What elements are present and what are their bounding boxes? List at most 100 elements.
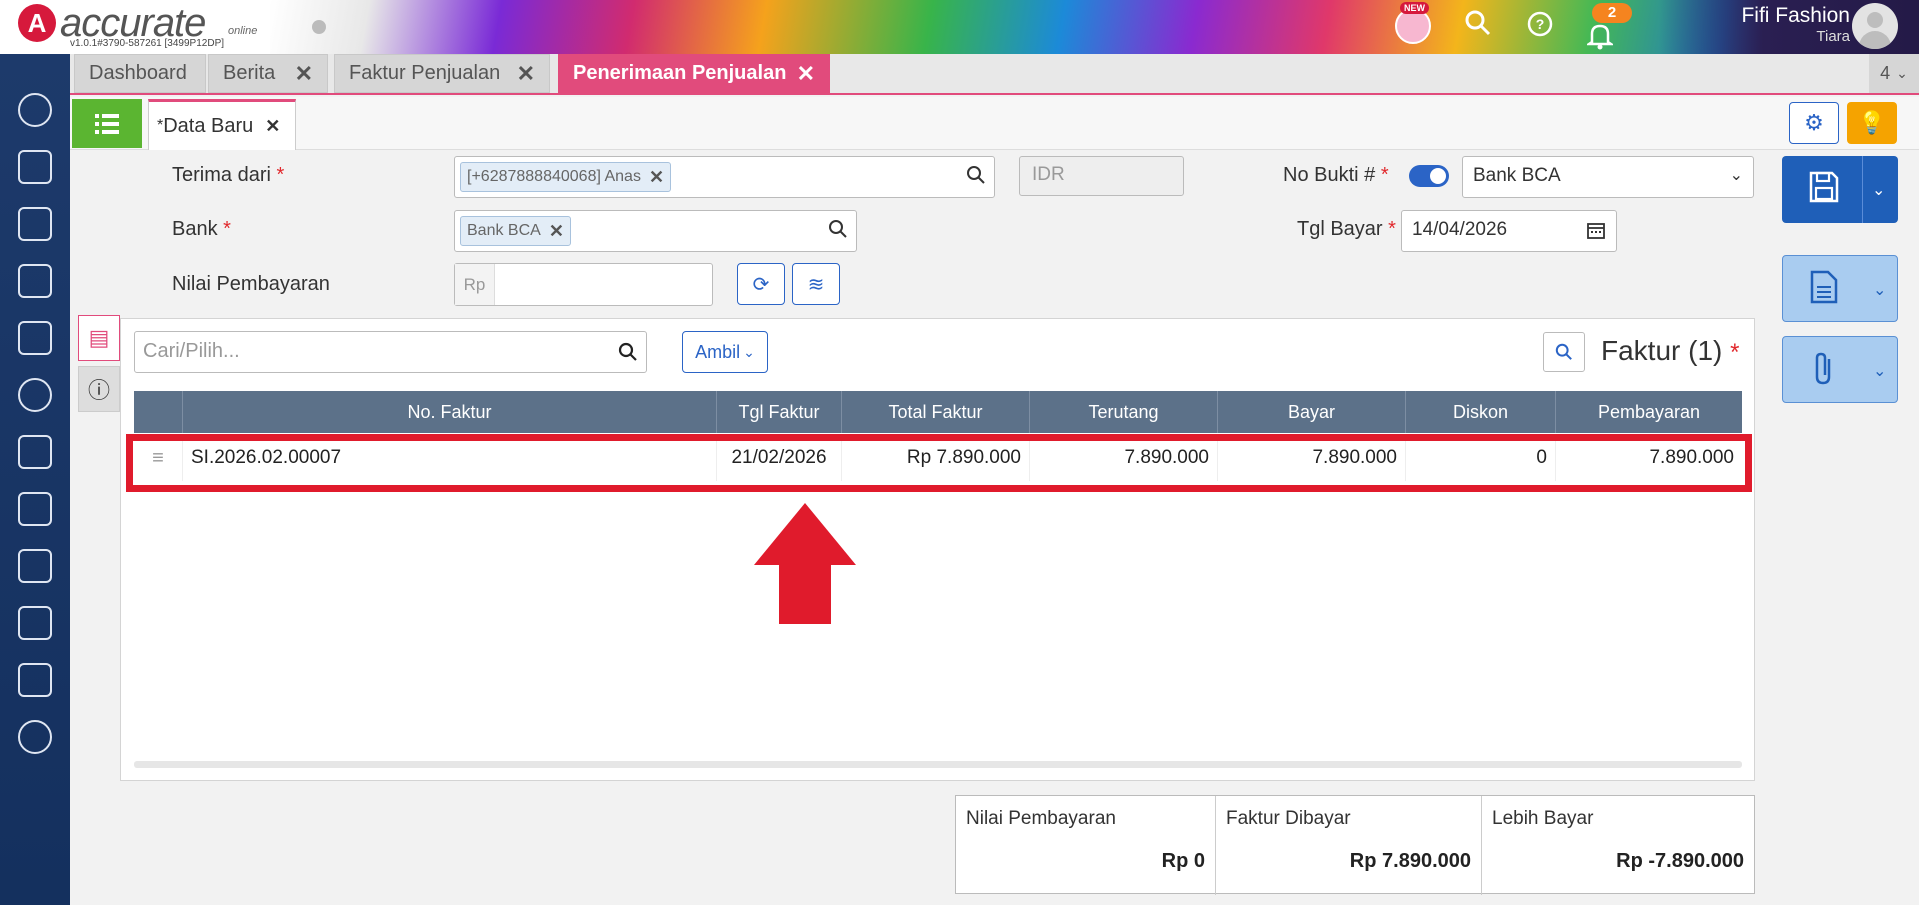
search-icon[interactable]	[828, 219, 848, 245]
list-view-button[interactable]	[72, 99, 142, 148]
column-header[interactable]: Bayar	[1218, 391, 1406, 433]
refresh-icon: ⟳	[752, 273, 770, 296]
save-button[interactable]: ⌄	[1782, 156, 1898, 223]
remove-chip-icon[interactable]: ✕	[549, 221, 564, 242]
chevron-down-icon[interactable]: ⌄	[1873, 280, 1886, 300]
chevron-down-icon[interactable]: ⌄	[1873, 361, 1886, 381]
gear-icon: ⚙	[1804, 110, 1824, 135]
help-icon[interactable]: ?	[1524, 10, 1556, 45]
handle-column	[134, 391, 183, 433]
building-icon[interactable]	[18, 207, 52, 241]
inventory-icon[interactable]	[18, 606, 52, 640]
logo-text: accurate	[60, 1, 206, 45]
column-header[interactable]: Diskon	[1406, 391, 1556, 433]
tgl-bayar-field[interactable]: 14/04/2026	[1401, 210, 1617, 252]
remove-chip-icon[interactable]: ✕	[649, 167, 664, 188]
column-header[interactable]: Terutang	[1030, 391, 1218, 433]
search-icon[interactable]	[1462, 8, 1494, 45]
sub-bar: * Data Baru ✕ ⚙ 💡	[70, 97, 1919, 150]
nilai-pembayaran-field[interactable]: Rp	[454, 263, 713, 306]
faktur-title: Faktur (1) *	[1601, 335, 1740, 366]
settings-icon[interactable]	[18, 93, 52, 127]
subtab-data-baru[interactable]: * Data Baru ✕	[148, 99, 296, 150]
column-header[interactable]: Pembayaran	[1556, 391, 1742, 433]
invoice-search-input[interactable]: Cari/Pilih...	[134, 331, 647, 373]
bank-icon[interactable]	[18, 321, 52, 355]
tab-label: Penerimaan Penjualan	[573, 62, 787, 84]
tab-count-dropdown[interactable]: 4 ⌄	[1869, 54, 1919, 93]
summary-nilai-pembayaran: Nilai Pembayaran Rp 0	[966, 808, 1205, 872]
auto-number-toggle[interactable]	[1409, 165, 1449, 187]
up-arrow-annotation-icon	[754, 503, 856, 624]
bank-label: Bank *	[172, 218, 231, 240]
arrow-head	[754, 503, 856, 565]
ledger-icon[interactable]	[18, 264, 52, 298]
report-chart-icon[interactable]	[18, 720, 52, 754]
tab-berita[interactable]: Berita ✕	[208, 54, 328, 93]
customer-chip: [+6287888840068] Anas ✕	[460, 162, 672, 192]
horizontal-scrollbar[interactable]	[134, 761, 1742, 768]
cart-icon[interactable]	[18, 435, 52, 469]
ambil-button[interactable]: Ambil ⌄	[682, 331, 768, 373]
company-name: Fifi Fashion	[1741, 4, 1850, 27]
currency-prefix: Rp	[455, 264, 495, 305]
svg-text:?: ?	[1536, 16, 1545, 32]
faktur-search-button[interactable]	[1543, 332, 1585, 372]
tab-faktur-penjualan[interactable]: Faktur Penjualan ✕	[334, 54, 550, 93]
search-icon	[1555, 343, 1572, 360]
column-header[interactable]: No. Faktur	[183, 391, 717, 433]
no-bukti-select[interactable]: Bank BCA ⌄	[1462, 156, 1754, 198]
cash-register-icon[interactable]	[18, 150, 52, 184]
tips-button[interactable]: 💡	[1847, 102, 1897, 144]
close-icon[interactable]: ✕	[517, 61, 535, 87]
tax-icon[interactable]	[18, 663, 52, 697]
info-icon: ⓘ	[87, 378, 110, 403]
list-icon	[95, 113, 119, 134]
notification-badge: 2	[1592, 3, 1632, 23]
new-badge: NEW	[1400, 2, 1429, 14]
subtab-label: Data Baru	[163, 114, 254, 137]
close-icon[interactable]: ✕	[265, 116, 280, 137]
search-icon[interactable]	[618, 342, 638, 368]
arrow-stem	[779, 565, 831, 624]
attachment-button[interactable]: ⌄	[1782, 336, 1898, 403]
info-tab[interactable]: ⓘ	[78, 366, 120, 412]
factory-icon[interactable]	[18, 549, 52, 583]
form-settings-button[interactable]: ⚙	[1789, 102, 1839, 144]
summary-faktur-dibayar: Faktur Dibayar Rp 7.890.000	[1215, 796, 1481, 895]
column-header[interactable]: Tgl Faktur	[717, 391, 842, 433]
layers-button[interactable]: ≋	[792, 263, 840, 305]
search-icon[interactable]	[966, 165, 986, 191]
column-header[interactable]: Total Faktur	[842, 391, 1030, 433]
sidebar	[0, 54, 70, 905]
refresh-button[interactable]: ⟳	[737, 263, 785, 305]
paperclip-icon	[1809, 351, 1839, 395]
document-button[interactable]: ⌄	[1782, 255, 1898, 322]
bell-icon[interactable]	[1584, 22, 1616, 54]
avatar[interactable]	[1852, 3, 1898, 49]
close-icon[interactable]: ✕	[295, 61, 313, 87]
table-header: No. Faktur Tgl Faktur Total Faktur Terut…	[134, 391, 1742, 433]
header-artwork	[270, 0, 1919, 54]
chevron-down-icon[interactable]: ⌄	[1872, 180, 1885, 200]
tab-penerimaan-penjualan[interactable]: Penerimaan Penjualan ✕	[558, 54, 830, 93]
close-icon[interactable]: ✕	[797, 61, 815, 87]
terima-dari-field[interactable]: [+6287888840068] Anas ✕	[454, 156, 995, 198]
chevron-down-icon: ⌄	[1729, 167, 1743, 184]
calendar-icon[interactable]	[1586, 220, 1606, 246]
logo-online: online	[228, 25, 258, 37]
money-bag-icon[interactable]	[18, 378, 52, 412]
tab-label: Faktur Penjualan	[349, 62, 501, 84]
terima-dari-label: Terima dari *	[172, 164, 285, 186]
chevron-down-icon: ⌄	[743, 343, 755, 360]
tab-dashboard[interactable]: Dashboard	[74, 54, 206, 93]
no-bukti-label: No Bukti # *	[1283, 164, 1389, 186]
bank-field[interactable]: Bank BCA ✕	[454, 210, 857, 252]
lightbulb-icon: 💡	[1858, 110, 1886, 135]
purchase-icon[interactable]	[18, 492, 52, 526]
user-info[interactable]: Fifi Fashion Tiara	[1700, 4, 1850, 45]
app-version: v1.0.1#3790-587261 [3499P12DP]	[70, 38, 225, 49]
main-tabs: Dashboard Berita ✕ Faktur Penjualan ✕ Pe…	[70, 54, 1919, 95]
invoice-detail-tab[interactable]: ▤	[78, 315, 120, 361]
app-logo[interactable]: A accurate online	[18, 1, 257, 45]
